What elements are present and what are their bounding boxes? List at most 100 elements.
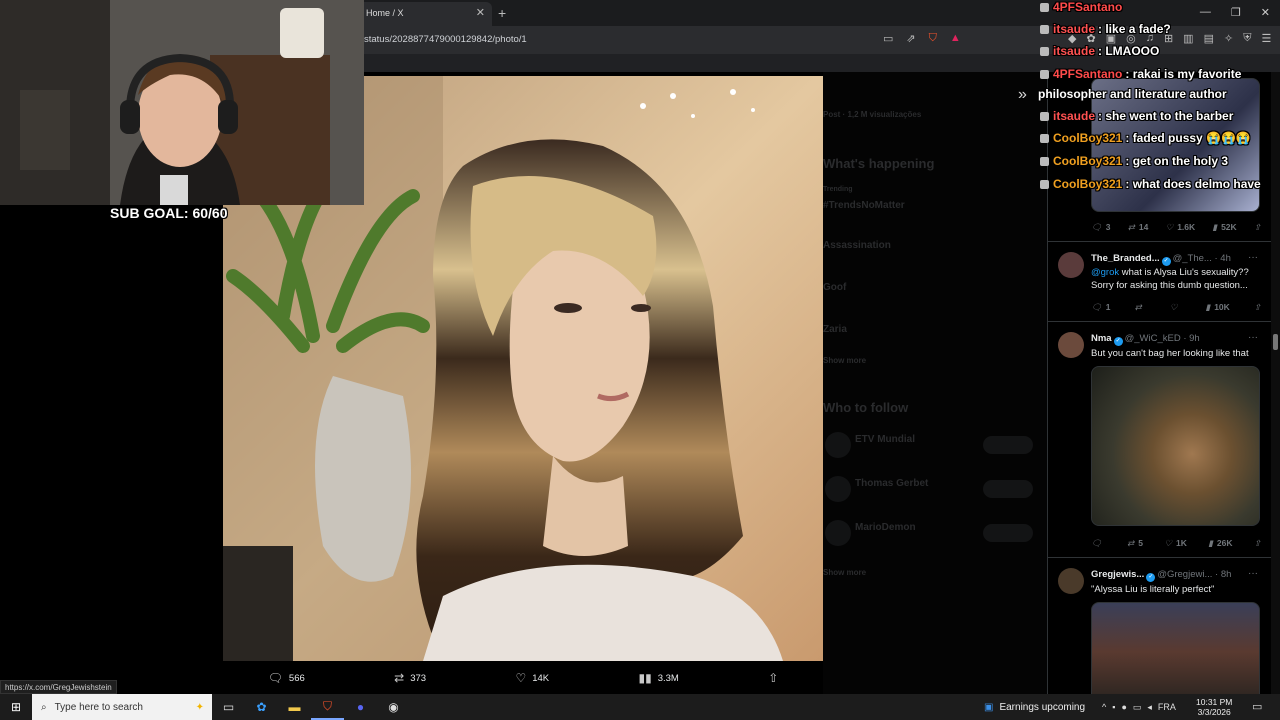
- tray-chevron-icon[interactable]: ^: [1102, 702, 1106, 712]
- views-button[interactable]: ▮ 10K: [1206, 302, 1230, 313]
- reply-button[interactable]: 🗨 3: [1091, 222, 1111, 233]
- reply-post[interactable]: Gregjewis... ✓ @Gregjewi... · 8h ··· "Alys…: [1048, 558, 1271, 694]
- views-icon: ▮: [1208, 538, 1213, 548]
- scrollbar-thumb[interactable]: [1273, 334, 1278, 350]
- share-button[interactable]: ⇧: [768, 671, 778, 685]
- chat-username: itsaude: [1053, 44, 1096, 58]
- reply-post[interactable]: Nma ✓ @_WiC_kED · 9h ··· But you can't bag…: [1048, 322, 1271, 558]
- chat-message: CoolBoy321: get on the holy 3: [1040, 154, 1228, 168]
- chat-message: itsaude: LMAOOO: [1040, 44, 1159, 58]
- views-button[interactable]: ▮ 26K: [1208, 538, 1232, 549]
- share-icon: ⇧: [1253, 302, 1261, 312]
- repost-button[interactable]: ⇄ 373: [394, 671, 426, 685]
- views-button[interactable]: ▮ 52K: [1212, 222, 1236, 233]
- microphone-icon[interactable]: ●: [1121, 702, 1126, 712]
- more-options-icon[interactable]: ···: [1248, 568, 1258, 579]
- new-tab-icon[interactable]: +: [498, 5, 506, 21]
- author-handle[interactable]: @_The...: [1173, 253, 1212, 264]
- reply-button[interactable]: 🗨: [1091, 538, 1106, 549]
- post-header: The_Branded... ✓ @_The... · 4h: [1091, 253, 1231, 266]
- url-field[interactable]: status/2028877479000129842/photo/1: [364, 34, 527, 45]
- photo-actions-bar: 🗨 566 ⇄ 373 ♡ 14K ▮▮ 3.3M ⇧: [223, 662, 823, 694]
- news-text: Earnings upcoming: [999, 701, 1086, 713]
- browser-tab[interactable]: Home / X ✕: [358, 2, 492, 26]
- reply-icon: 🗨: [267, 671, 283, 685]
- share-button[interactable]: ⇧: [1254, 538, 1261, 549]
- volume-icon[interactable]: ◂: [1147, 702, 1152, 713]
- more-options-icon[interactable]: ···: [1248, 332, 1258, 343]
- more-options-icon[interactable]: ···: [1248, 252, 1258, 263]
- post-image[interactable]: [1091, 602, 1260, 694]
- like-button[interactable]: ♡: [1170, 302, 1182, 313]
- windows-taskbar: ⊞ ⌕ Type here to search ✦ ▭ ✿ ▬ ⛉ ● ◉ ▣ …: [0, 694, 1280, 720]
- expand-sidebar-icon[interactable]: »: [1018, 86, 1027, 104]
- post-text: "Alyssa Liu is literally perfect": [1091, 584, 1215, 595]
- chat-badge-icon: [1040, 180, 1049, 189]
- view-count: 3.3M: [657, 672, 679, 684]
- webcam-overlay: [0, 0, 364, 205]
- chat-username: 4PFSantano: [1053, 67, 1123, 81]
- avatar[interactable]: [1058, 332, 1084, 358]
- discord-icon[interactable]: ●: [344, 694, 377, 720]
- post-actions: 🗨 3 ⇄ 14 ♡ 1.6K ▮ 52K ⇧: [1091, 222, 1261, 233]
- chat-message: 4PFSantano: rakai is my favorite: [1040, 67, 1241, 81]
- chat-text: : get on the holy 3: [1125, 154, 1229, 168]
- share-icon[interactable]: ⇗: [906, 32, 915, 45]
- author-name[interactable]: Gregjewis...: [1091, 569, 1144, 580]
- language-indicator[interactable]: FRA: [1158, 702, 1176, 712]
- post-header: Gregjewis... ✓ @Gregjewi... · 8h: [1091, 569, 1231, 582]
- author-handle[interactable]: @Gregjewi...: [1157, 569, 1212, 580]
- tab-title: Home / X: [366, 8, 404, 18]
- post-image[interactable]: [1091, 366, 1260, 526]
- windows-start-icon[interactable]: ⊞: [0, 694, 32, 720]
- avatar[interactable]: [1058, 568, 1084, 594]
- share-button[interactable]: ⇧: [1254, 302, 1261, 313]
- avatar[interactable]: [1058, 252, 1084, 278]
- chat-badge-icon: [1040, 25, 1049, 34]
- repost-button[interactable]: ⇄ 5: [1127, 538, 1143, 549]
- brave-browser-icon[interactable]: ⛉: [311, 694, 344, 720]
- task-view-icon[interactable]: ▭: [212, 694, 245, 720]
- close-tab-icon[interactable]: ✕: [476, 6, 485, 19]
- brave-shield-icon[interactable]: ⛉: [929, 32, 937, 45]
- tray-app-icon[interactable]: ▪: [1112, 702, 1115, 712]
- like-button[interactable]: ♡ 1K: [1164, 538, 1187, 549]
- dimmed-trends-sidebar: Post · 1,2 M visualizações What's happen…: [823, 72, 1047, 694]
- chat-badge-icon: [1040, 70, 1049, 79]
- reply-button[interactable]: 🗨 1: [1091, 302, 1111, 313]
- copilot-icon[interactable]: ✿: [245, 694, 278, 720]
- brave-rewards-icon[interactable]: ▲: [950, 32, 961, 45]
- stream-chat-overlay: 4PFSantano itsaude: like a fade? itsaude: …: [1036, 0, 1280, 200]
- author-name[interactable]: Nma: [1091, 333, 1112, 344]
- author-name[interactable]: The_Branded...: [1091, 253, 1160, 264]
- like-button[interactable]: ♡ 14K: [515, 671, 549, 685]
- taskbar-search[interactable]: ⌕ Type here to search ✦: [32, 694, 212, 720]
- mention-link[interactable]: @grok: [1091, 267, 1119, 278]
- like-count: 14K: [532, 672, 550, 684]
- chat-message: CoolBoy321: what does delmo have: [1040, 177, 1261, 191]
- chat-text: : she went to the barber: [1098, 109, 1234, 123]
- share-button[interactable]: ⇧: [1254, 222, 1261, 233]
- obs-icon[interactable]: ◉: [377, 694, 410, 720]
- search-placeholder: Type here to search: [54, 701, 143, 713]
- file-explorer-icon[interactable]: ▬: [278, 694, 311, 720]
- heart-icon: ♡: [1164, 538, 1172, 548]
- author-handle[interactable]: @_WiC_kED: [1125, 333, 1181, 344]
- repost-button[interactable]: ⇄ 14: [1128, 222, 1149, 233]
- cast-icon[interactable]: ▭: [883, 32, 893, 45]
- network-icon[interactable]: ▭: [1133, 702, 1142, 713]
- repost-button[interactable]: ⇄: [1135, 302, 1146, 313]
- post-actions: 🗨 1 ⇄ ♡ ▮ 10K ⇧: [1091, 302, 1261, 313]
- notification-icon[interactable]: ▭: [1252, 700, 1262, 713]
- post-time: · 9h: [1183, 333, 1200, 344]
- views-button[interactable]: ▮▮ 3.3M: [639, 671, 679, 685]
- chat-text: : faded pussy 😭😭😭: [1125, 131, 1251, 145]
- share-icon: ⇧: [1253, 538, 1261, 548]
- taskbar-news-widget[interactable]: ▣ Earnings upcoming: [984, 694, 1085, 720]
- reply-post[interactable]: The_Branded... ✓ @_The... · 4h ··· @grok w…: [1048, 242, 1271, 322]
- taskbar-clock[interactable]: 10:31 PM 3/3/2026: [1196, 697, 1232, 717]
- repost-icon: ⇄: [1134, 302, 1142, 312]
- like-button[interactable]: ♡ 1.6K: [1166, 222, 1196, 233]
- reply-button[interactable]: 🗨 566: [268, 671, 305, 685]
- webcam-feed: [0, 0, 364, 205]
